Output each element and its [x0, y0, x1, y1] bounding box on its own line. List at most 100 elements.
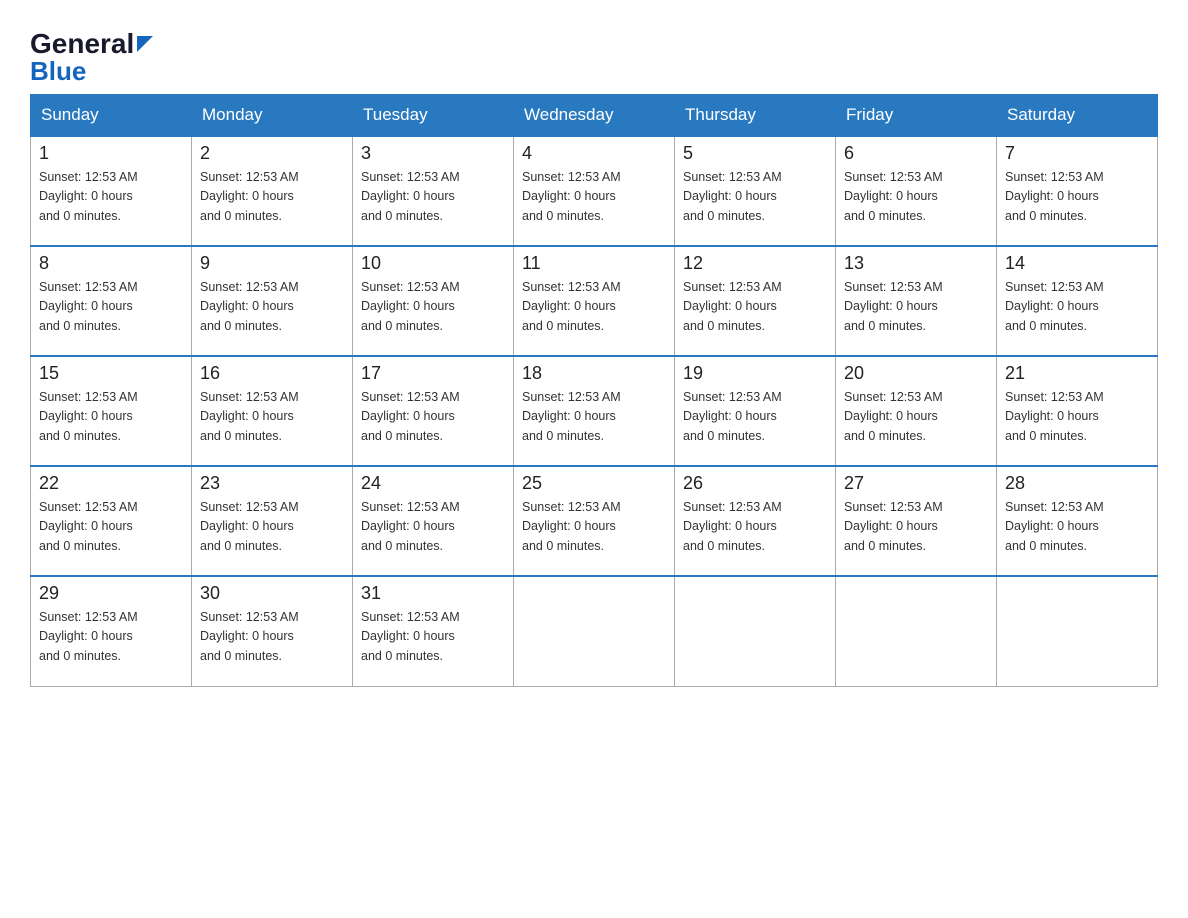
- day-info: Sunset: 12:53 AMDaylight: 0 hoursand 0 m…: [200, 168, 344, 226]
- day-number: 10: [361, 253, 505, 274]
- day-number: 26: [683, 473, 827, 494]
- day-info: Sunset: 12:53 AMDaylight: 0 hoursand 0 m…: [1005, 168, 1149, 226]
- day-number: 31: [361, 583, 505, 604]
- week-row-3: 15Sunset: 12:53 AMDaylight: 0 hoursand 0…: [31, 356, 1158, 466]
- day-info: Sunset: 12:53 AMDaylight: 0 hoursand 0 m…: [200, 278, 344, 336]
- header-wednesday: Wednesday: [514, 95, 675, 137]
- day-info: Sunset: 12:53 AMDaylight: 0 hoursand 0 m…: [1005, 388, 1149, 446]
- day-number: 27: [844, 473, 988, 494]
- day-info: Sunset: 12:53 AMDaylight: 0 hoursand 0 m…: [39, 498, 183, 556]
- logo-row: General: [30, 30, 153, 58]
- calendar-cell: 14 Sunset: 12:53 AMDaylight: 0 hoursand 0…: [997, 246, 1158, 356]
- calendar-cell: 29 Sunset: 12:53 AMDaylight: 0 hoursand 0…: [31, 576, 192, 686]
- calendar-cell: 3 Sunset: 12:53 AMDaylight: 0 hoursand 0 …: [353, 136, 514, 246]
- calendar-cell: 7 Sunset: 12:53 AMDaylight: 0 hoursand 0 …: [997, 136, 1158, 246]
- calendar-cell: 2 Sunset: 12:53 AMDaylight: 0 hoursand 0 …: [192, 136, 353, 246]
- day-number: 29: [39, 583, 183, 604]
- day-number: 19: [683, 363, 827, 384]
- calendar-cell: 19 Sunset: 12:53 AMDaylight: 0 hoursand 0…: [675, 356, 836, 466]
- calendar-cell: 6 Sunset: 12:53 AMDaylight: 0 hoursand 0 …: [836, 136, 997, 246]
- week-row-2: 8Sunset: 12:53 AMDaylight: 0 hoursand 0 …: [31, 246, 1158, 356]
- day-number: 6: [844, 143, 988, 164]
- calendar-table: SundayMondayTuesdayWednesdayThursdayFrid…: [30, 94, 1158, 687]
- calendar-cell: 4 Sunset: 12:53 AMDaylight: 0 hoursand 0 …: [514, 136, 675, 246]
- day-number: 23: [200, 473, 344, 494]
- day-info: Sunset: 12:53 AMDaylight: 0 hoursand 0 m…: [361, 168, 505, 226]
- day-info: Sunset: 12:53 AMDaylight: 0 hoursand 0 m…: [1005, 498, 1149, 556]
- day-info: Sunset: 12:53 AMDaylight: 0 hoursand 0 m…: [683, 278, 827, 336]
- header-saturday: Saturday: [997, 95, 1158, 137]
- day-number: 22: [39, 473, 183, 494]
- day-number: 18: [522, 363, 666, 384]
- day-info: Sunset: 12:53 AMDaylight: 0 hoursand 0 m…: [200, 388, 344, 446]
- calendar-cell: 20Sunset: 12:53 AMDaylight: 0 hoursand 0…: [836, 356, 997, 466]
- calendar-cell: 8Sunset: 12:53 AMDaylight: 0 hoursand 0 …: [31, 246, 192, 356]
- day-number: 20: [844, 363, 988, 384]
- calendar-cell: 27 Sunset: 12:53 AMDaylight: 0 hoursand 0…: [836, 466, 997, 576]
- calendar-cell: 30 Sunset: 12:53 AMDaylight: 0 hoursand 0…: [192, 576, 353, 686]
- day-info: Sunset: 12:53 AMDaylight: 0 hoursand 0 m…: [39, 168, 183, 226]
- day-number: 2: [200, 143, 344, 164]
- day-info: Sunset: 12:53 AMDaylight: 0 hoursand 0 m…: [361, 388, 505, 446]
- day-number: 24: [361, 473, 505, 494]
- day-number: 12: [683, 253, 827, 274]
- day-number: 1: [39, 143, 183, 164]
- header-monday: Monday: [192, 95, 353, 137]
- calendar-cell: [514, 576, 675, 686]
- calendar-cell: 17 Sunset: 12:53 AMDaylight: 0 hoursand 0…: [353, 356, 514, 466]
- day-info: Sunset: 12:53 AMDaylight: 0 hoursand 0 m…: [522, 498, 666, 556]
- day-info: Sunset: 12:53 AMDaylight: 0 hoursand 0 m…: [683, 168, 827, 226]
- day-number: 28: [1005, 473, 1149, 494]
- logo-blue-label: Blue: [30, 58, 86, 84]
- day-number: 7: [1005, 143, 1149, 164]
- day-number: 4: [522, 143, 666, 164]
- calendar-cell: 11 Sunset: 12:53 AMDaylight: 0 hoursand 0…: [514, 246, 675, 356]
- day-info: Sunset: 12:53 AMDaylight: 0 hoursand 0 m…: [522, 388, 666, 446]
- day-number: 16: [200, 363, 344, 384]
- calendar-cell: 10 Sunset: 12:53 AMDaylight: 0 hoursand 0…: [353, 246, 514, 356]
- logo-icon-area: [137, 36, 153, 52]
- calendar-cell: 25 Sunset: 12:53 AMDaylight: 0 hoursand 0…: [514, 466, 675, 576]
- calendar-cell: 5 Sunset: 12:53 AMDaylight: 0 hoursand 0 …: [675, 136, 836, 246]
- calendar-cell: 26 Sunset: 12:53 AMDaylight: 0 hoursand 0…: [675, 466, 836, 576]
- day-info: Sunset: 12:53 AMDaylight: 0 hoursand 0 m…: [683, 498, 827, 556]
- calendar-cell: 12 Sunset: 12:53 AMDaylight: 0 hoursand 0…: [675, 246, 836, 356]
- day-number: 17: [361, 363, 505, 384]
- calendar-cell: [997, 576, 1158, 686]
- day-number: 11: [522, 253, 666, 274]
- calendar-cell: [836, 576, 997, 686]
- calendar-cell: 18 Sunset: 12:53 AMDaylight: 0 hoursand 0…: [514, 356, 675, 466]
- day-info: Sunset: 12:53 AMDaylight: 0 hoursand 0 m…: [522, 278, 666, 336]
- day-number: 3: [361, 143, 505, 164]
- header-friday: Friday: [836, 95, 997, 137]
- calendar-cell: [675, 576, 836, 686]
- day-info: Sunset: 12:53 AMDaylight: 0 hoursand 0 m…: [200, 608, 344, 666]
- calendar-cell: 22 Sunset: 12:53 AMDaylight: 0 hoursand 0…: [31, 466, 192, 576]
- calendar-cell: 21 Sunset: 12:53 AMDaylight: 0 hoursand 0…: [997, 356, 1158, 466]
- day-info: Sunset: 12:53 AMDaylight: 0 hoursand 0 m…: [683, 388, 827, 446]
- calendar-cell: 1 Sunset: 12:53 AMDaylight: 0 hoursand 0 …: [31, 136, 192, 246]
- header-thursday: Thursday: [675, 95, 836, 137]
- day-number: 25: [522, 473, 666, 494]
- calendar-cell: 28 Sunset: 12:53 AMDaylight: 0 hoursand 0…: [997, 466, 1158, 576]
- day-info: Sunset: 12:53 AMDaylight: 0 hoursand 0 m…: [844, 168, 988, 226]
- day-info: Sunset: 12:53 AMDaylight: 0 hoursand 0 m…: [522, 168, 666, 226]
- day-info: Sunset: 12:53 AMDaylight: 0 hoursand 0 m…: [39, 388, 183, 446]
- day-info: Sunset: 12:53 AMDaylight: 0 hoursand 0 m…: [39, 608, 183, 666]
- day-info: Sunset: 12:53 AMDaylight: 0 hoursand 0 m…: [361, 278, 505, 336]
- week-row-4: 22 Sunset: 12:53 AMDaylight: 0 hoursand 0…: [31, 466, 1158, 576]
- week-row-1: 1 Sunset: 12:53 AMDaylight: 0 hoursand 0 …: [31, 136, 1158, 246]
- logo-flag-icon: [137, 36, 153, 52]
- week-row-5: 29 Sunset: 12:53 AMDaylight: 0 hoursand 0…: [31, 576, 1158, 686]
- day-info: Sunset: 12:53 AMDaylight: 0 hoursand 0 m…: [1005, 278, 1149, 336]
- day-number: 5: [683, 143, 827, 164]
- day-number: 14: [1005, 253, 1149, 274]
- header-tuesday: Tuesday: [353, 95, 514, 137]
- day-number: 30: [200, 583, 344, 604]
- day-info: Sunset: 12:53 AMDaylight: 0 hoursand 0 m…: [200, 498, 344, 556]
- day-info: Sunset: 12:53 AMDaylight: 0 hoursand 0 m…: [844, 498, 988, 556]
- calendar-cell: 24Sunset: 12:53 AMDaylight: 0 hoursand 0…: [353, 466, 514, 576]
- day-number: 21: [1005, 363, 1149, 384]
- page-header: General Blue: [30, 20, 1158, 84]
- calendar-cell: 9Sunset: 12:53 AMDaylight: 0 hoursand 0 …: [192, 246, 353, 356]
